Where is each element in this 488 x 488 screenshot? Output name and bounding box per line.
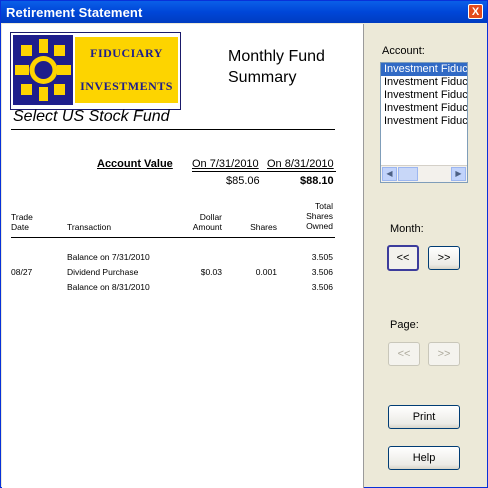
page-label: Page: [390,319,419,331]
fund-name: Select US Stock Fund [13,108,170,125]
scroll-left-icon[interactable]: ◀ [382,167,397,181]
row-amount: $0.03 [200,267,222,277]
previous-page-button[interactable]: << [388,342,420,366]
row-transaction: Balance on 8/31/2010 [67,282,150,292]
header-total-line1: Total [315,201,333,211]
header-dollar-amount: Dollar Amount [182,212,222,232]
account-horizontal-scrollbar[interactable]: ◀ ▶ [381,165,467,182]
header-total-line3: Owned [306,221,333,231]
account-value-label: Account Value [97,158,173,170]
scroll-thumb[interactable] [398,167,418,181]
next-month-button[interactable]: >> [428,246,460,270]
row-transaction: Dividend Purchase [67,267,139,277]
title-bar[interactable]: Retirement Statement X [1,1,487,23]
print-button[interactable]: Print [388,405,460,429]
report-title-line1: Monthly Fund [228,48,325,65]
account-listbox[interactable]: Investment Fiduc Investment Fiduc Invest… [380,62,468,183]
header-dollar-line1: Dollar [199,212,222,222]
month-label: Month: [390,223,424,235]
header-total-shares: Total Shares Owned [292,201,333,231]
account-date2-label: On 8/31/2010 [267,158,334,170]
sun-logo-icon [13,35,73,105]
table-header-divider [11,237,335,238]
close-button[interactable]: X [468,4,483,19]
header-transaction: Transaction [67,222,112,232]
header-trade-date-line1: Trade [11,212,33,222]
scroll-right-icon[interactable]: ▶ [451,167,466,181]
previous-month-button[interactable]: << [387,245,419,271]
window-title: Retirement Statement [6,5,143,20]
fiduciary-logo: FIDUCIARY INVESTMENTS [10,32,181,110]
header-total-line2: Shares [306,211,333,221]
account-list-item[interactable]: Investment Fiduc [381,102,467,115]
row-total: 3.505 [311,252,333,262]
row-shares: 0.001 [255,267,277,277]
account-label: Account: [382,45,425,57]
next-page-button[interactable]: >> [428,342,460,366]
fund-divider [11,129,335,130]
help-button[interactable]: Help [388,446,460,470]
logo-text-investments: INVESTMENTS [75,69,178,103]
row-total: 3.506 [311,282,333,292]
logo-text-fiduciary: FIDUCIARY [75,37,178,69]
report-title-line2: Summary [228,69,297,86]
header-trade-date: Trade Date [11,212,33,232]
report-title: Monthly Fund Summary [228,46,325,88]
account-list-item[interactable]: Investment Fiduc [381,115,467,128]
account-list-item[interactable]: Investment Fiduc [381,63,467,76]
account-value1: $85.06 [226,175,260,187]
account-date1-label: On 7/31/2010 [192,158,259,170]
header-trade-date-line2: Date [11,222,29,232]
row-total: 3.506 [311,267,333,277]
row-transaction: Balance on 7/31/2010 [67,252,150,262]
account-list-item[interactable]: Investment Fiduc [381,89,467,102]
row-date: 08/27 [11,267,33,277]
account-list-item[interactable]: Investment Fiduc [381,76,467,89]
header-shares: Shares [250,222,277,232]
retirement-statement-window: Retirement Statement X FIDUCIARY INVESTM… [0,0,488,488]
statement-document: FIDUCIARY INVESTMENTS Monthly Fund Summa… [2,24,364,488]
account-value-divider [192,171,336,172]
account-value2: $88.10 [300,175,334,187]
header-dollar-line2: Amount [192,222,222,232]
